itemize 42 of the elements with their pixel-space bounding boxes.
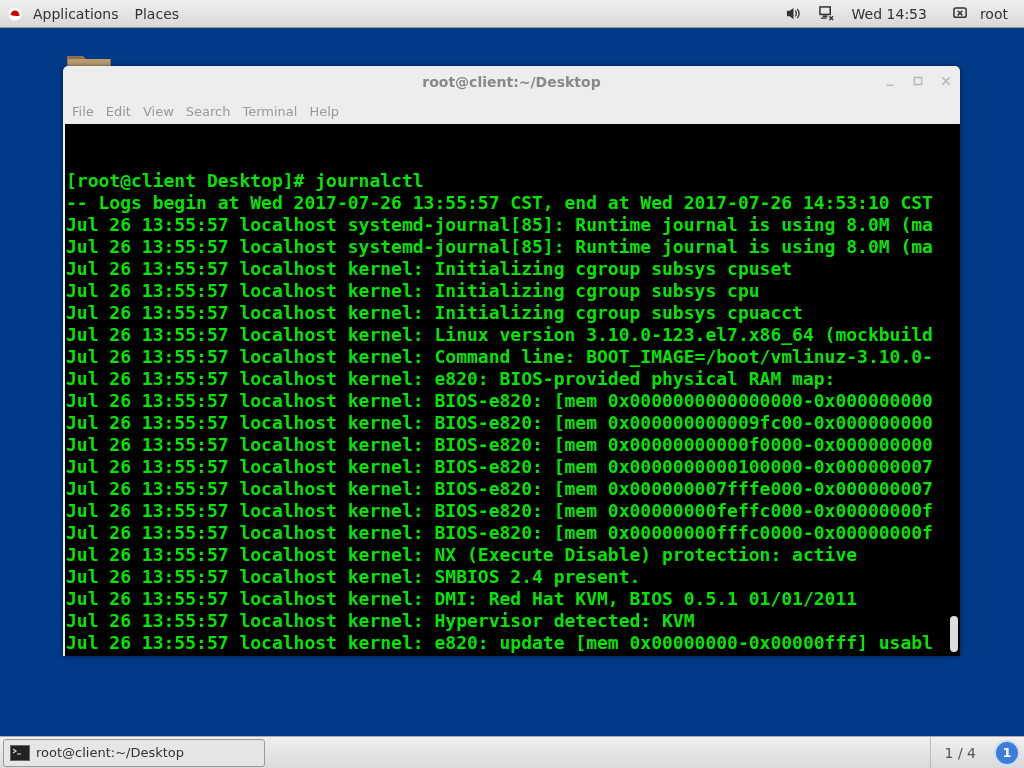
terminal-line: Jul 26 13:55:57 localhost kernel: NX (Execute Disable) protection: active	[66, 544, 859, 566]
menu-item[interactable]: Search	[180, 103, 236, 119]
terminal-line: Jul 26 13:55:57 localhost kernel: Linux version 3.10.0-123.el7.x86_64 (mockbuild	[66, 324, 934, 346]
terminal-line: [root@client Desktop]# journalctl	[66, 170, 425, 192]
terminal-line: Jul 26 13:55:57 localhost systemd-journal[85]: Runtime journal is using 8.0M (ma	[66, 214, 934, 236]
notification-badge[interactable]: 1	[994, 739, 1020, 766]
terminal-line: Jul 26 13:55:57 localhost kernel: SMBIOS 2.4 present.	[66, 566, 642, 588]
terminal-line: Jul 26 13:55:57 localhost kernel: e820: BIOS-provided physical RAM map:	[66, 368, 837, 390]
menu-item[interactable]: File	[67, 103, 99, 119]
top-menu[interactable]: Places	[129, 5, 185, 22]
terminal-line: Jul 26 13:55:57 localhost kernel: BIOS-e820: [mem 0x0000000000100000-0x000000007	[66, 456, 934, 478]
terminal-line: Jul 26 13:55:57 localhost kernel: BIOS-e820: [mem 0x00000000fffc0000-0x00000000f	[66, 522, 934, 544]
menu-item[interactable]: Terminal	[237, 103, 303, 119]
workspace-indicator[interactable]: 1 / 4	[929, 736, 990, 768]
terminal-line: Jul 26 13:55:57 localhost kernel: BIOS-e820: [mem 0x000000007fffe000-0x000000007	[66, 478, 934, 500]
terminal-line: Jul 26 13:55:57 localhost kernel: Initializing cgroup subsys cpuacct	[66, 302, 804, 324]
task-label: root@client:~/Desktop	[36, 745, 185, 760]
terminal-line: Jul 26 13:55:57 localhost kernel: Command line: BOOT_IMAGE=/boot/vmlinuz-3.10.0-	[66, 346, 934, 368]
terminal-line: Jul 26 13:55:57 localhost kernel: BIOS-e820: [mem 0x000000000009fc00-0x000000000	[66, 412, 934, 434]
terminal-line: Jul 26 13:55:57 localhost kernel: BIOS-e820: [mem 0x00000000000f0000-0x000000000	[66, 434, 934, 456]
terminal-line: -- Logs begin at Wed 2017-07-26 13:55:57 CST, end at Wed 2017-07-26 14:53:10 CST	[66, 192, 934, 214]
user-menu[interactable]: root	[979, 5, 1016, 22]
clock[interactable]: Wed 14:53	[851, 5, 927, 22]
top-menu[interactable]: Applications	[28, 5, 124, 22]
speaker-icon[interactable]	[785, 6, 801, 21]
terminal-line: Jul 26 13:55:57 localhost kernel: BIOS-e820: [mem 0x0000000000000000-0x000000000	[66, 390, 934, 412]
menu-item[interactable]: Help	[304, 103, 345, 119]
network-icon[interactable]	[818, 6, 834, 21]
menu-item[interactable]: Edit	[100, 103, 136, 119]
window-title: root@client:~/Desktop	[422, 74, 601, 90]
terminal-icon	[10, 744, 30, 761]
terminal-line: Jul 26 13:55:57 localhost systemd-journal[85]: Runtime journal is using 8.0M (ma	[66, 236, 934, 258]
menu-item[interactable]: View	[137, 103, 179, 119]
hat-logo-icon	[8, 6, 22, 21]
scrollbar-thumb[interactable]	[950, 616, 958, 652]
terminal-line: Jul 26 13:55:57 localhost kernel: BIOS-e820: [mem 0x00000000feffc000-0x00000000f	[66, 500, 934, 522]
terminal-line: Jul 26 13:55:57 localhost kernel: Hypervisor detected: KVM	[66, 610, 696, 632]
terminal-line: Jul 26 13:55:57 localhost kernel: Initializing cgroup subsys cpuset	[66, 258, 794, 280]
task-button[interactable]: root@client:~/Desktop	[3, 738, 265, 767]
terminal-line: Jul 26 13:55:57 localhost kernel: Initializing cgroup subsys cpu	[66, 280, 761, 302]
terminal-line: Jul 26 13:55:57 localhost kernel: e820: update [mem 0x00000000-0x00000fff] usabl	[66, 632, 934, 654]
terminal-line: Jul 26 13:55:57 localhost kernel: DMI: Red Hat KVM, BIOS 0.5.1 01/01/2011	[66, 588, 859, 610]
